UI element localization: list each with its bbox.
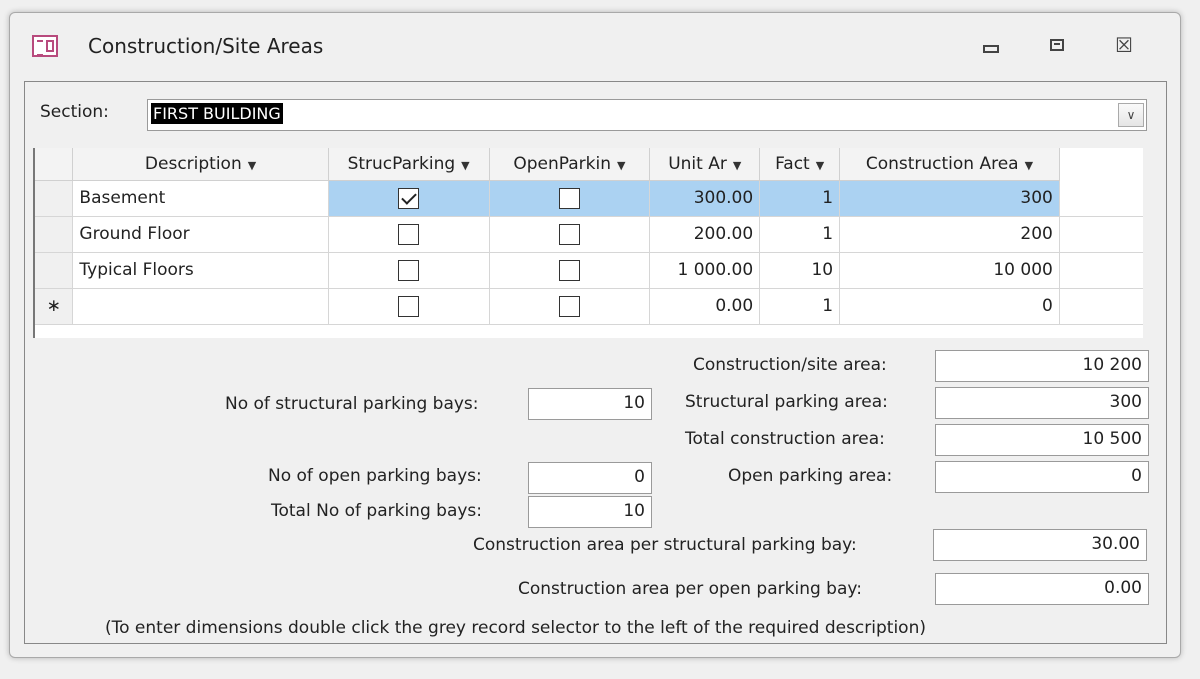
per-struc-bay-field[interactable]: 30.00 xyxy=(933,529,1147,561)
cell-open-parking[interactable] xyxy=(489,252,651,289)
header-row: Description ▼ StrucParking ▼ OpenParkin ▼ U… xyxy=(35,148,1143,181)
per-struc-bay-label: Construction area per structural parking… xyxy=(473,535,857,555)
cell-struc-parking[interactable] xyxy=(328,180,490,217)
cell-struc-parking[interactable] xyxy=(328,216,490,253)
minimize-icon xyxy=(983,45,999,53)
struc-parking-checkbox[interactable] xyxy=(398,295,420,317)
record-selector[interactable] xyxy=(35,252,74,289)
section-combo[interactable]: FIRST BUILDING ∨ xyxy=(147,99,1147,131)
new-record-marker[interactable]: ∗ xyxy=(35,288,74,325)
total-bays-label: Total No of parking bays: xyxy=(271,501,483,521)
table-row[interactable]: Basement 300.00 1 300 xyxy=(35,180,1143,217)
total-bays-field[interactable]: 10 xyxy=(528,496,652,528)
form-window: Construction/Site Areas ☒ Section: FIRST… xyxy=(9,12,1181,658)
restore-button[interactable] xyxy=(1042,31,1072,59)
dropdown-button[interactable]: ∨ xyxy=(1118,103,1144,127)
record-selector[interactable] xyxy=(35,216,74,253)
open-parking-checkbox[interactable] xyxy=(558,187,580,209)
per-open-bay-label: Construction area per open parking bay: xyxy=(518,579,862,599)
struc-parking-checkbox[interactable] xyxy=(398,259,420,281)
open-parking-checkbox[interactable] xyxy=(558,223,580,245)
cell-factor[interactable]: 10 xyxy=(759,252,841,289)
cell-description[interactable]: Typical Floors xyxy=(72,252,329,289)
record-selector[interactable] xyxy=(35,180,74,217)
header-unit-area[interactable]: Unit Ar ▼ xyxy=(649,148,761,181)
cell-construction-area[interactable]: 300 xyxy=(839,180,1060,217)
select-all-corner[interactable] xyxy=(35,148,74,181)
sort-arrow-icon[interactable]: ▼ xyxy=(1025,159,1033,172)
open-parking-checkbox[interactable] xyxy=(558,259,580,281)
table-row[interactable]: Ground Floor 200.00 1 200 xyxy=(35,216,1143,253)
window-title: Construction/Site Areas xyxy=(88,34,324,58)
cell-description[interactable]: Ground Floor xyxy=(72,216,329,253)
new-record-row[interactable]: ∗ 0.00 1 0 xyxy=(35,288,1143,325)
header-factor[interactable]: Fact ▼ xyxy=(759,148,841,181)
header-struc-parking[interactable]: StrucParking ▼ xyxy=(328,148,490,181)
total-construction-area-field[interactable]: 10 500 xyxy=(935,424,1149,456)
struc-parking-area-label: Structural parking area: xyxy=(685,392,888,412)
per-open-bay-field[interactable]: 0.00 xyxy=(935,573,1149,605)
header-blank xyxy=(1059,148,1143,180)
cell-construction-area[interactable]: 0 xyxy=(839,288,1060,325)
form-body: Section: FIRST BUILDING ∨ Description ▼ S… xyxy=(24,81,1167,644)
section-value: FIRST BUILDING xyxy=(151,103,283,124)
minimize-button[interactable] xyxy=(976,31,1006,59)
cell-unit-area[interactable]: 200.00 xyxy=(649,216,761,253)
form-icon xyxy=(32,35,58,57)
construction-site-area-field[interactable]: 10 200 xyxy=(935,350,1149,382)
total-construction-area-label: Total construction area: xyxy=(685,429,885,449)
struc-bays-label: No of structural parking bays: xyxy=(225,394,479,414)
sort-arrow-icon[interactable]: ▼ xyxy=(733,159,741,172)
struc-parking-checkbox[interactable] xyxy=(398,223,420,245)
cell-factor[interactable]: 1 xyxy=(759,216,841,253)
header-construction-area[interactable]: Construction Area ▼ xyxy=(839,148,1060,181)
open-parking-area-label: Open parking area: xyxy=(728,466,893,486)
open-bays-field[interactable]: 0 xyxy=(528,462,652,494)
cell-construction-area[interactable]: 200 xyxy=(839,216,1060,253)
table-row[interactable]: Typical Floors 1 000.00 10 10 000 xyxy=(35,252,1143,289)
close-button[interactable]: ☒ xyxy=(1109,31,1139,59)
cell-unit-area[interactable]: 0.00 xyxy=(649,288,761,325)
cell-factor[interactable]: 1 xyxy=(759,180,841,217)
construction-site-area-label: Construction/site area: xyxy=(693,355,887,375)
header-description[interactable]: Description ▼ xyxy=(72,148,329,181)
cell-blank xyxy=(1059,180,1143,217)
cell-blank xyxy=(1059,252,1143,289)
cell-unit-area[interactable]: 1 000.00 xyxy=(649,252,761,289)
struc-parking-checkbox[interactable] xyxy=(398,187,420,209)
cell-open-parking[interactable] xyxy=(489,216,651,253)
sort-arrow-icon[interactable]: ▼ xyxy=(248,159,256,172)
cell-struc-parking[interactable] xyxy=(328,252,490,289)
header-open-parking[interactable]: OpenParkin ▼ xyxy=(489,148,651,181)
cell-open-parking[interactable] xyxy=(489,180,651,217)
sort-arrow-icon[interactable]: ▼ xyxy=(816,159,824,172)
cell-construction-area[interactable]: 10 000 xyxy=(839,252,1060,289)
sort-arrow-icon[interactable]: ▼ xyxy=(461,159,469,172)
cell-description[interactable]: Basement xyxy=(72,180,329,217)
cell-description[interactable] xyxy=(72,288,329,325)
restore-icon xyxy=(1050,39,1064,51)
open-bays-label: No of open parking bays: xyxy=(268,466,482,486)
cell-open-parking[interactable] xyxy=(489,288,651,325)
close-icon: ☒ xyxy=(1115,33,1133,57)
open-parking-checkbox[interactable] xyxy=(558,295,580,317)
section-label: Section: xyxy=(40,102,109,122)
cell-blank xyxy=(1059,216,1143,253)
instruction-note: (To enter dimensions double click the gr… xyxy=(105,618,926,638)
chevron-down-icon: ∨ xyxy=(1126,108,1136,122)
cell-unit-area[interactable]: 300.00 xyxy=(649,180,761,217)
open-parking-area-field[interactable]: 0 xyxy=(935,461,1149,493)
construction-datasheet: Description ▼ StrucParking ▼ OpenParkin ▼ U… xyxy=(33,148,1143,338)
cell-struc-parking[interactable] xyxy=(328,288,490,325)
cell-blank xyxy=(1059,288,1143,325)
sort-arrow-icon[interactable]: ▼ xyxy=(617,159,625,172)
struc-parking-area-field[interactable]: 300 xyxy=(935,387,1149,419)
cell-factor[interactable]: 1 xyxy=(759,288,841,325)
struc-bays-field[interactable]: 10 xyxy=(528,388,652,420)
